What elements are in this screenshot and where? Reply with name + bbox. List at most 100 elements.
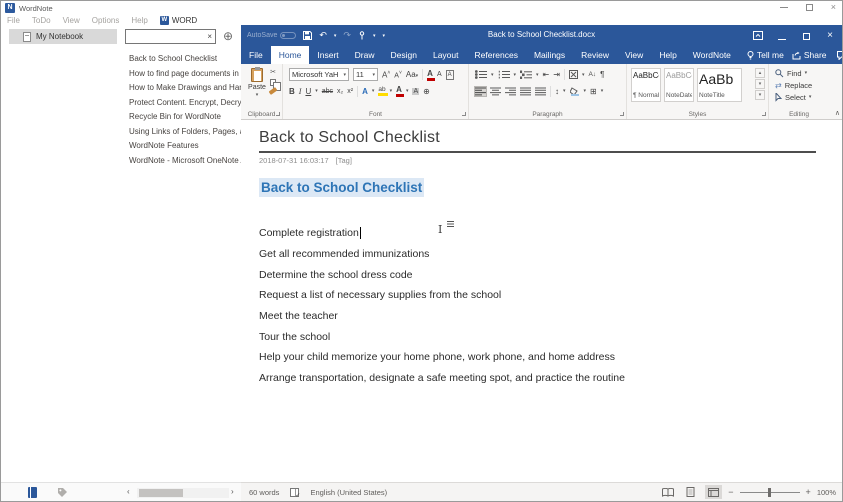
page-item[interactable]: WordNote Features — [129, 139, 241, 154]
tab-layout[interactable]: Layout — [425, 46, 467, 64]
grow-font-button[interactable]: A˄ — [382, 70, 390, 80]
underline-button[interactable]: U — [305, 87, 311, 96]
paragraph-dialog-launcher[interactable] — [620, 112, 624, 116]
proofing-icon[interactable] — [290, 488, 299, 497]
zoom-slider[interactable] — [740, 492, 800, 493]
asian-layout-button[interactable] — [569, 70, 578, 79]
font-name-select[interactable]: Microsoft YaH▾ — [289, 68, 349, 81]
comments-icon[interactable] — [837, 51, 843, 60]
language-status[interactable]: English (United States) — [310, 488, 387, 497]
font-color-button[interactable]: A — [396, 85, 402, 97]
undo-dropdown-icon[interactable]: ▾ — [334, 33, 337, 39]
line-spacing-button[interactable]: ↕ — [555, 87, 559, 96]
word-count[interactable]: 60 words — [249, 488, 279, 497]
bold-button[interactable]: B — [289, 87, 295, 96]
share-button[interactable]: Share — [792, 50, 827, 60]
tag-icon[interactable] — [57, 487, 68, 498]
zoom-in-button[interactable]: + — [806, 487, 811, 497]
change-case-button[interactable]: Aa▾ — [406, 70, 418, 79]
tab-wordnote[interactable]: WordNote — [685, 46, 739, 64]
restore-icon[interactable] — [806, 4, 813, 11]
page-item[interactable]: WordNote - Microsoft OneNote Alternative — [129, 154, 241, 169]
autosave-toggle[interactable]: AutoSave — [247, 32, 296, 39]
scroll-left-icon[interactable]: ‹ — [127, 487, 130, 496]
word-launcher-button[interactable]: W WORD — [160, 16, 197, 25]
my-notebook-button[interactable]: My Notebook — [9, 29, 117, 44]
tab-help[interactable]: Help — [651, 46, 684, 64]
show-hide-pilcrow-button[interactable]: ¶ — [600, 70, 604, 79]
web-layout-button[interactable] — [705, 485, 722, 499]
align-center-button[interactable] — [490, 87, 501, 96]
decrease-indent-button[interactable]: ⇤ — [543, 70, 550, 79]
superscript-button[interactable]: x² — [347, 88, 353, 95]
select-button[interactable]: Select▾ — [775, 92, 812, 102]
word-close-icon[interactable]: × — [818, 30, 842, 41]
tab-review[interactable]: Review — [573, 46, 617, 64]
customize-qat-icon[interactable]: ▾ — [382, 33, 385, 39]
format-painter-icon[interactable] — [269, 87, 278, 95]
align-left-button[interactable] — [475, 87, 486, 96]
styles-scroll-up-icon[interactable]: ▴ — [755, 68, 765, 78]
collapse-ribbon-icon[interactable]: ∧ — [835, 109, 840, 117]
replace-button[interactable]: ⇄ Replace — [775, 80, 812, 90]
enclose-characters-button[interactable]: ⊕ — [423, 87, 430, 96]
font-dialog-launcher[interactable] — [462, 112, 466, 116]
tab-insert[interactable]: Insert — [309, 46, 346, 64]
phonetic-guide-button[interactable]: A — [437, 71, 442, 78]
add-page-icon[interactable]: ⊕ — [223, 30, 233, 42]
font-size-select[interactable]: 11▾ — [353, 68, 378, 81]
numbering-button[interactable] — [498, 70, 510, 79]
notebook-book-icon[interactable] — [28, 487, 37, 498]
style-notetitle[interactable]: AaBb NoteTitle — [697, 68, 742, 102]
styles-dialog-launcher[interactable] — [762, 112, 766, 116]
zoom-out-button[interactable]: − — [728, 487, 733, 497]
tab-references[interactable]: References — [467, 46, 526, 64]
menu-todo[interactable]: ToDo — [32, 16, 51, 25]
increase-indent-button[interactable]: ⇥ — [553, 70, 560, 79]
copy-icon[interactable] — [270, 79, 276, 86]
save-icon[interactable] — [303, 31, 312, 40]
touch-mode-icon[interactable] — [358, 31, 366, 40]
touch-mode-dropdown-icon[interactable]: ▾ — [373, 33, 376, 39]
highlight-color-button[interactable]: ab — [378, 86, 385, 96]
minimize-icon[interactable] — [780, 7, 788, 8]
distribute-button[interactable] — [535, 87, 546, 96]
tab-design[interactable]: Design — [383, 46, 425, 64]
strikethrough-button[interactable]: abc — [322, 88, 333, 95]
scrollbar-thumb[interactable] — [139, 489, 183, 497]
search-input[interactable] — [126, 32, 204, 41]
styles-scroll-down-icon[interactable]: ▾ — [755, 79, 765, 89]
print-layout-button[interactable] — [682, 485, 699, 499]
tab-tellme[interactable]: Tell me — [739, 46, 792, 64]
zoom-level[interactable]: 100% — [817, 488, 836, 497]
cut-icon[interactable]: ✂ — [270, 68, 276, 76]
bullets-button[interactable] — [475, 70, 487, 79]
menu-options[interactable]: Options — [92, 16, 120, 25]
tab-home[interactable]: Home — [271, 46, 310, 64]
page-item[interactable]: How to find page documents in WordNote — [129, 67, 241, 82]
underline-dropdown-icon[interactable]: ▾ — [315, 88, 318, 94]
shading-button[interactable] — [570, 87, 580, 96]
tab-draw[interactable]: Draw — [347, 46, 383, 64]
page-item[interactable]: Using Links of Folders, Pages, and Parag… — [129, 125, 241, 140]
menu-file[interactable]: File — [7, 16, 20, 25]
read-mode-button[interactable] — [659, 485, 676, 499]
paste-button[interactable]: Paste ▾ — [246, 68, 268, 98]
styles-more-icon[interactable]: ▾ — [755, 90, 765, 100]
text-effects-button[interactable]: A — [362, 87, 368, 96]
align-right-button[interactable] — [505, 87, 516, 96]
horizontal-scrollbar[interactable] — [137, 488, 229, 498]
clear-search-icon[interactable]: × — [204, 32, 215, 41]
page-item[interactable]: Protect Content. Encrypt, Decrypt, View — [129, 96, 241, 111]
character-border-button[interactable]: A — [446, 70, 454, 80]
close-icon[interactable]: × — [831, 3, 836, 12]
page-item[interactable]: How to Make Drawings and Handwriting — [129, 81, 241, 96]
page-item[interactable]: Recycle Bin for WordNote — [129, 110, 241, 125]
tab-mailings[interactable]: Mailings — [526, 46, 573, 64]
subscript-button[interactable]: x₂ — [337, 88, 343, 95]
document-canvas[interactable]: Back to School Checklist 2018-07-31 16:0… — [241, 120, 842, 482]
justify-button[interactable] — [520, 87, 531, 96]
style-notedate[interactable]: AaBbCcDd NoteDate — [664, 68, 694, 102]
tab-file[interactable]: File — [241, 46, 271, 64]
character-shading-button[interactable]: A — [412, 88, 419, 95]
